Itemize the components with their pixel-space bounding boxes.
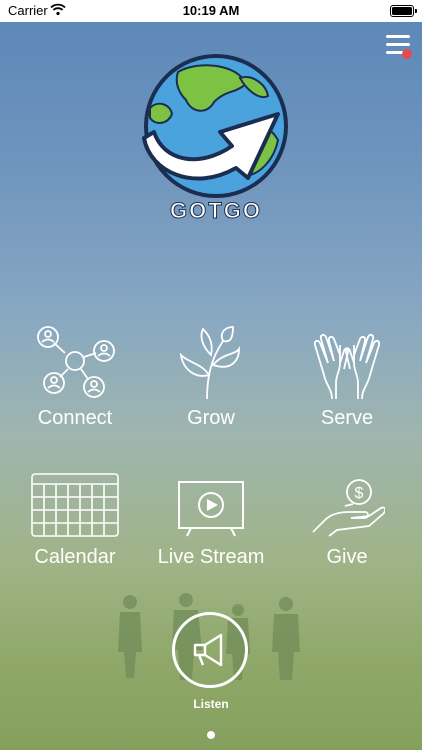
page-indicator-dot[interactable] [207, 731, 215, 739]
live-stream-button[interactable]: Live Stream [141, 470, 281, 569]
notification-dot [402, 49, 412, 59]
listen-label: Listen [193, 697, 229, 711]
gotgo-logo: GOTGO [142, 54, 288, 224]
app-screen: Carrier 10:19 AM GOTGO Connect Grow Serv… [0, 0, 422, 750]
serve-button[interactable]: Serve [277, 325, 417, 430]
status-bar: Carrier 10:19 AM [0, 0, 422, 22]
connect-button[interactable]: Connect [5, 325, 145, 430]
calendar-label: Calendar [34, 546, 116, 568]
battery-icon [390, 5, 417, 17]
give-button[interactable]: $ Give [277, 470, 417, 569]
video-screen-icon [178, 481, 244, 537]
grow-label: Grow [187, 407, 235, 429]
leaves-icon [179, 326, 240, 400]
connect-label: Connect [37, 407, 113, 429]
megaphone-icon [193, 633, 223, 667]
listen-button[interactable] [172, 612, 248, 688]
hand-coin-icon: $ [312, 479, 385, 537]
menu-button[interactable] [384, 32, 412, 60]
give-label: Give [326, 546, 368, 568]
live-stream-label: Live Stream [157, 546, 265, 568]
open-hands-icon [313, 333, 381, 400]
clock: 10:19 AM [182, 3, 240, 18]
network-people-icon [37, 326, 115, 398]
calendar-grid-icon [31, 473, 119, 537]
hamburger-icon [386, 35, 410, 38]
hamburger-icon-line [386, 43, 410, 46]
serve-label: Serve [320, 407, 374, 429]
grow-button[interactable]: Grow [141, 325, 281, 430]
svg-text:$: $ [355, 485, 364, 502]
calendar-button[interactable]: Calendar [5, 470, 145, 569]
logo-text: GOTGO [170, 198, 262, 223]
